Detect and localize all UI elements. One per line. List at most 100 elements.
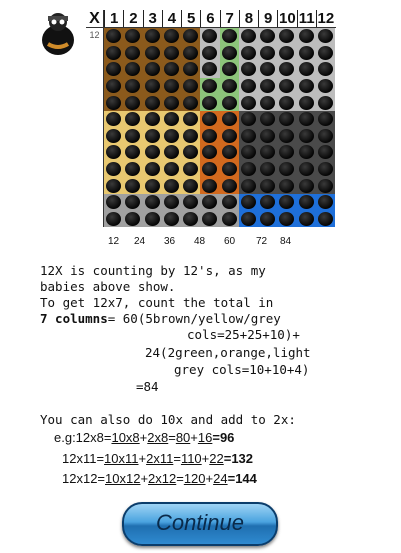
grid-dot <box>317 79 333 94</box>
example-part: + <box>190 430 198 445</box>
grid-dot <box>221 145 237 160</box>
grid-corner-label: X <box>89 10 100 27</box>
grid-dot <box>183 161 199 176</box>
grid-dot <box>260 178 276 193</box>
grid-dot <box>240 178 256 193</box>
example-part: 10x11 <box>104 451 139 466</box>
grid-dot <box>240 95 256 110</box>
grid-dot <box>240 45 256 60</box>
grid-dot <box>260 211 276 226</box>
example-part: 24 <box>213 471 228 486</box>
example-part: 132 <box>231 451 254 466</box>
grid-dot <box>202 178 218 193</box>
grid-dot <box>298 178 314 193</box>
grid-dot <box>240 195 256 210</box>
grid-dot <box>221 112 237 127</box>
grid-dot <box>221 211 237 226</box>
column-header: 6 <box>200 10 219 27</box>
example-part: 2x11 <box>146 451 174 466</box>
explain-line-8: =84 <box>136 379 159 394</box>
example-line: e.g:12x8=10x8+2x8=80+16=96 <box>54 430 234 445</box>
explain-line-7: grey cols=10+10+4) <box>174 362 310 377</box>
example-part: 110 <box>180 451 202 466</box>
example-part: + <box>205 471 214 486</box>
column-header: 11 <box>296 10 316 27</box>
grid-dot <box>240 128 256 143</box>
grid-dot <box>163 161 179 176</box>
example-part: 16 <box>197 430 213 445</box>
grid-dot <box>298 95 314 110</box>
example-part: 2x8 <box>147 430 169 445</box>
example-part: + <box>138 451 147 466</box>
grid-dot <box>298 145 314 160</box>
grid-dot <box>163 195 179 210</box>
column-header: 3 <box>142 10 162 27</box>
explain-line-2: babies above show. <box>40 279 176 294</box>
grid-dot <box>317 178 333 193</box>
multiple-label: 36 <box>164 236 176 247</box>
grid-dot <box>317 195 333 210</box>
grid-dot <box>317 161 333 176</box>
grid-dot <box>221 128 237 143</box>
example-part: 12x12= <box>62 471 106 486</box>
grid-dot <box>221 161 237 176</box>
multiple-label: 48 <box>194 236 206 247</box>
grid-dot <box>298 112 314 127</box>
grid-dot <box>183 128 199 143</box>
explain-line-4: 7 columns= 60(5brown/yellow/grey <box>40 311 281 327</box>
grid-dot <box>183 95 199 110</box>
grid-dot <box>144 29 160 44</box>
grid-dot <box>298 45 314 60</box>
grid-dot <box>106 211 122 226</box>
example-part: 144 <box>235 471 257 486</box>
grid-dot <box>106 128 122 143</box>
grid-dot <box>240 79 256 94</box>
grid-dot <box>144 161 160 176</box>
grid-dot <box>125 211 141 226</box>
grid-dot <box>144 45 160 60</box>
grid-dot <box>298 29 314 44</box>
grid-row-label: 12 <box>89 30 100 40</box>
example-part: e.g:12x8= <box>54 430 112 445</box>
example-line: 12x11=10x11+2x11=110+22=132 <box>62 451 253 466</box>
grid-dot <box>163 178 179 193</box>
grid-dot <box>298 211 314 226</box>
grid-dot <box>163 128 179 143</box>
dot-board <box>104 28 335 227</box>
example-part: 22 <box>209 451 224 466</box>
example-part: 96 <box>219 430 235 445</box>
example-part: = <box>212 430 220 445</box>
grid-dot <box>202 211 218 226</box>
example-line: 12x12=10x12+2x12=120+24=144 <box>62 471 257 486</box>
grid-dot <box>144 128 160 143</box>
grid-dot <box>260 161 276 176</box>
grid-dot <box>298 79 314 94</box>
explain-line-5: cols=25+25+10)+ <box>187 327 300 342</box>
grid-dot <box>163 95 179 110</box>
grid-dot <box>144 211 160 226</box>
grid-dot <box>144 178 160 193</box>
example-part: 12x11= <box>62 451 105 466</box>
mascot-icon <box>38 10 78 56</box>
grid-dot <box>240 112 256 127</box>
grid-dot <box>221 178 237 193</box>
grid-dot <box>183 178 199 193</box>
grid-dot <box>106 45 122 60</box>
grid-dot <box>317 211 333 226</box>
grid-dot <box>298 128 314 143</box>
column-header: 2 <box>123 10 142 27</box>
grid-dot <box>221 95 237 110</box>
explain-line-6: 24(2green,orange,light <box>145 345 311 360</box>
example-part: 10x12 <box>105 471 141 486</box>
grid-dot <box>163 45 179 60</box>
grid-dot <box>125 95 141 110</box>
column-header: 8 <box>238 10 258 27</box>
continue-button[interactable]: Continue <box>122 502 278 546</box>
grid-dot <box>317 112 333 127</box>
column-header: 1 <box>104 10 123 27</box>
grid-dot <box>221 45 237 60</box>
grid-dot <box>163 79 179 94</box>
column-header: 4 <box>161 10 181 27</box>
explain-line-3: To get 12x7, count the total in <box>40 295 274 310</box>
example-part: 80 <box>175 430 191 445</box>
